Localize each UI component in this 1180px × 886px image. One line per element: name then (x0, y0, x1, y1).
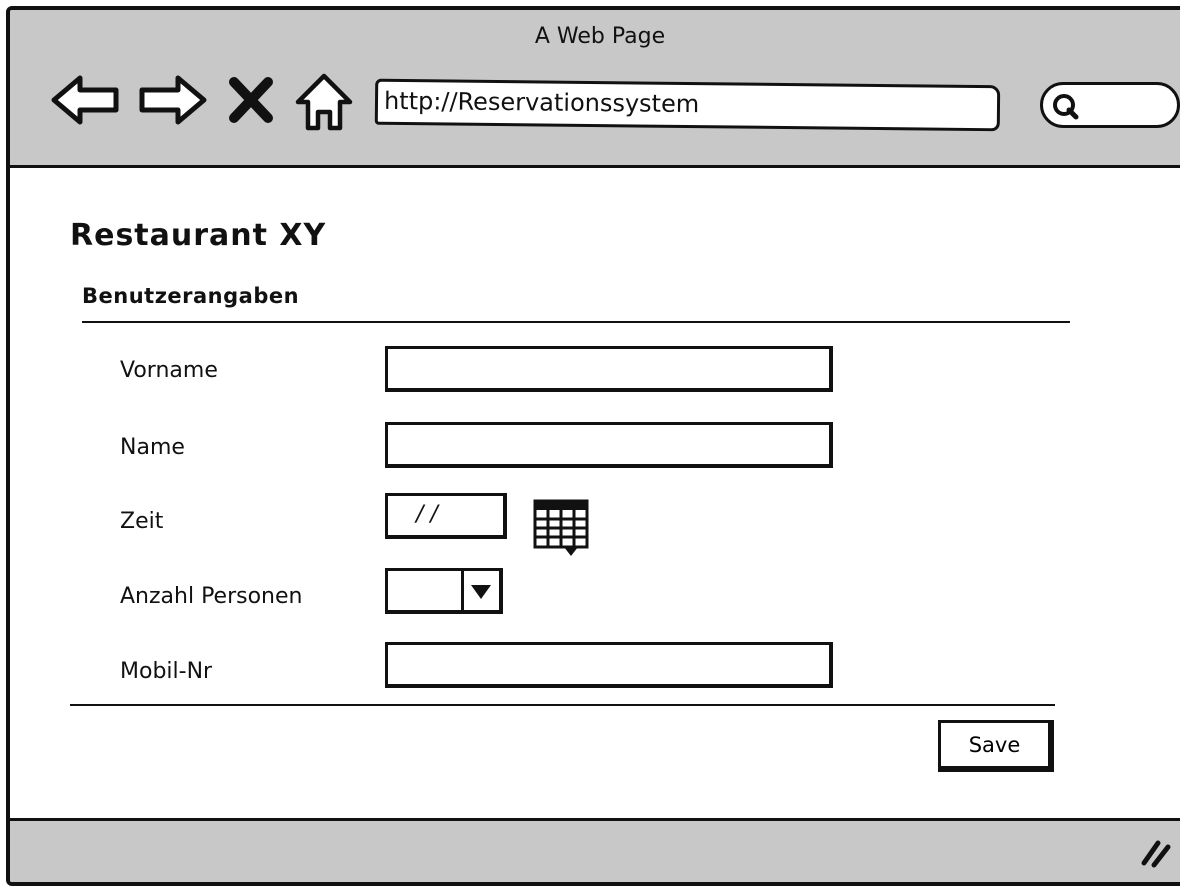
address-bar-url: http://Reservationssystem (383, 86, 700, 119)
zeit-date-field[interactable]: / / (385, 493, 507, 539)
section-divider-top (82, 321, 1070, 323)
save-button[interactable]: Save (938, 720, 1054, 772)
window-title: A Web Page (534, 24, 666, 49)
calendar-icon[interactable] (532, 498, 592, 562)
back-arrow-icon[interactable] (46, 70, 126, 130)
vorname-input[interactable] (385, 346, 833, 392)
chevron-down-icon (471, 585, 491, 599)
anzahl-personen-select[interactable] (385, 568, 503, 614)
vorname-label: Vorname (120, 358, 218, 383)
browser-toolbar: A Web Page http://Reservationssystem (10, 10, 1180, 168)
zeit-label: Zeit (120, 509, 164, 534)
search-icon (1053, 94, 1079, 120)
name-input[interactable] (385, 422, 833, 468)
resize-handle-icon[interactable] (1140, 835, 1174, 869)
browser-search-box[interactable] (1040, 82, 1180, 128)
mobil-nr-label: Mobil-Nr (120, 659, 213, 684)
browser-status-bar (10, 818, 1180, 882)
browser-window: A Web Page http://Reservationssystem Res… (6, 6, 1180, 886)
name-label: Name (120, 435, 185, 460)
section-divider-bottom (70, 704, 1055, 706)
close-icon[interactable] (226, 74, 276, 126)
page-title: Restaurant XY (70, 218, 327, 253)
address-bar[interactable]: http://Reservationssystem (374, 78, 1001, 132)
anzahl-personen-dropdown-button[interactable] (461, 571, 499, 610)
home-icon[interactable] (292, 70, 356, 134)
mobil-nr-input[interactable] (385, 642, 833, 688)
zeit-date-value: / / (416, 502, 438, 527)
forward-arrow-icon[interactable] (132, 70, 212, 130)
anzahl-personen-label: Anzahl Personen (120, 584, 303, 609)
section-title: Benutzerangaben (82, 284, 300, 308)
